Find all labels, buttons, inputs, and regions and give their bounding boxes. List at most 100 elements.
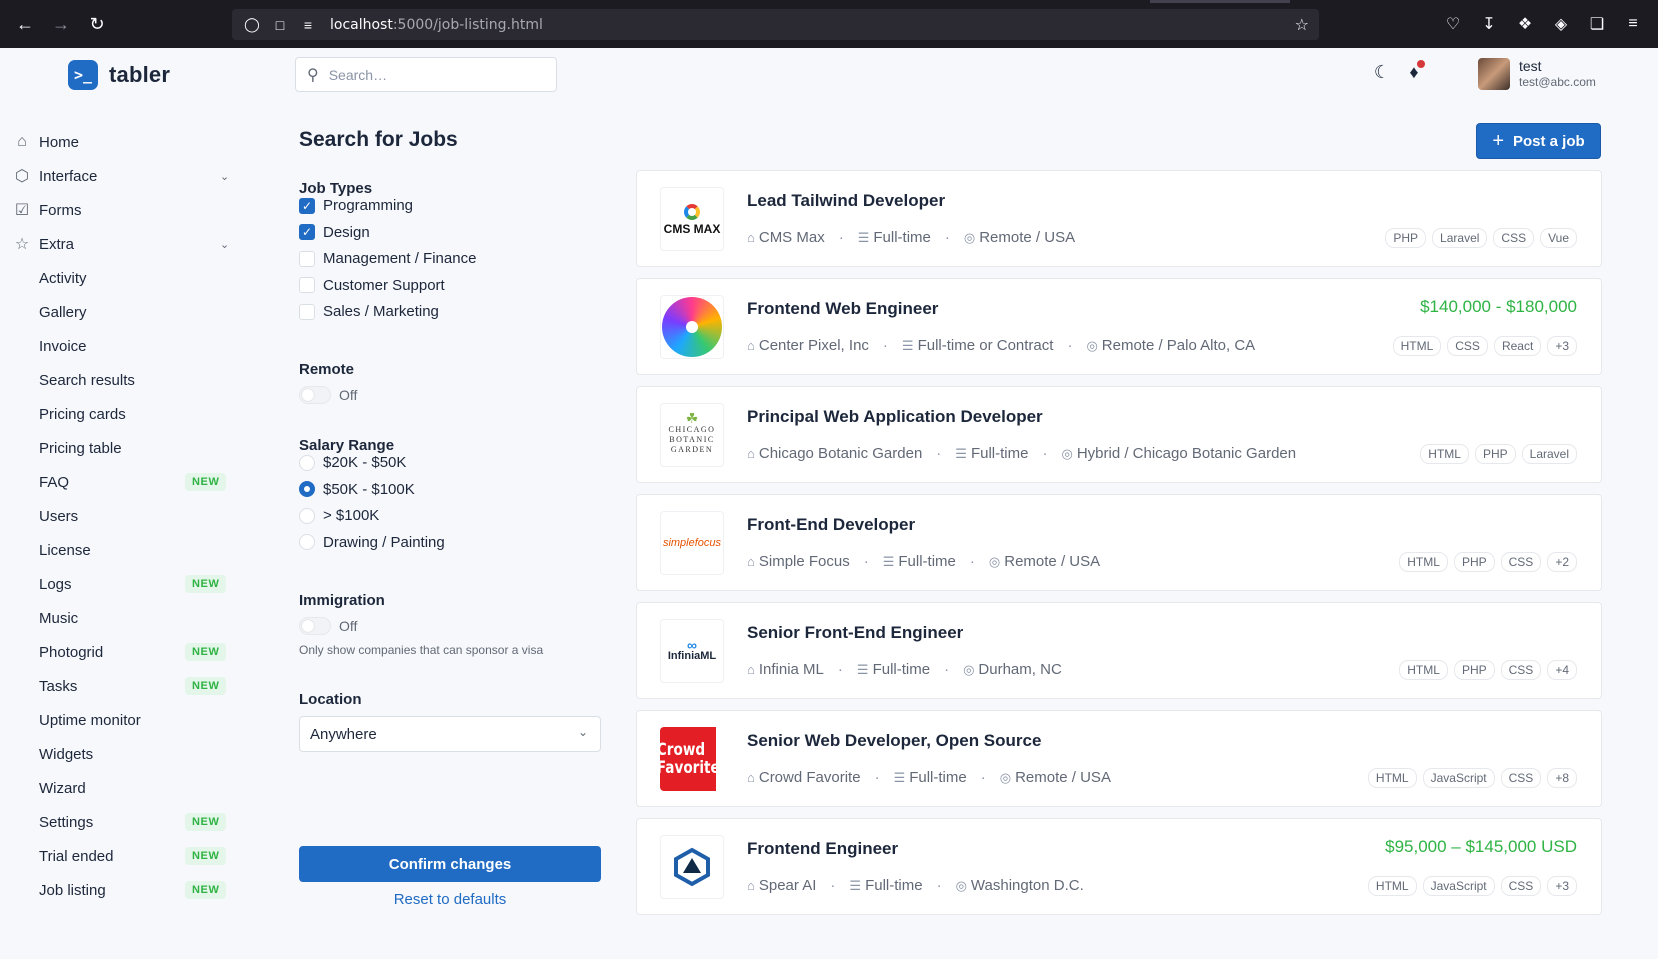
skill-tag[interactable]: HTML <box>1420 444 1469 464</box>
reset-defaults-link[interactable]: Reset to defaults <box>299 891 601 908</box>
skill-tag[interactable]: +2 <box>1547 552 1577 572</box>
shield-icon[interactable]: ◯ <box>244 16 260 33</box>
sidebar-item-pricing-table[interactable]: Pricing table <box>0 431 250 465</box>
salary-option[interactable]: > $100K <box>299 507 379 524</box>
address-bar[interactable]: ◯ □ ≡ localhost:5000/job-listing.html ☆ <box>232 9 1319 40</box>
sidebar-item-pricing-cards[interactable]: Pricing cards <box>0 397 250 431</box>
skill-tag[interactable]: Laravel <box>1432 228 1488 248</box>
job-type-option[interactable]: ✓ Design <box>299 224 370 241</box>
skill-tag[interactable]: JavaScript <box>1422 768 1495 788</box>
sidebar-item-extra[interactable]: ☆ Extra ⌄ <box>0 227 250 261</box>
job-title[interactable]: Front-End Developer <box>747 515 915 535</box>
post-job-button[interactable]: + Post a job <box>1476 123 1601 159</box>
sidebar-item-users[interactable]: Users <box>0 499 250 533</box>
skill-tag[interactable]: React <box>1493 336 1542 356</box>
sidebar-item-trial-ended[interactable]: Trial ended NEW <box>0 839 250 873</box>
job-type-option[interactable]: Customer Support <box>299 277 445 294</box>
job-card[interactable]: CMS MAX Lead Tailwind Developer ⌂ CMS Max · ☰… <box>636 170 1602 267</box>
url-text[interactable]: localhost:5000/job-listing.html <box>330 17 543 33</box>
skill-tag[interactable]: +4 <box>1547 660 1577 680</box>
sidebar-item-faq[interactable]: FAQ NEW <box>0 465 250 499</box>
job-card[interactable]: Crowd Favorite Senior Web Developer, Open … <box>636 710 1602 807</box>
skill-tag[interactable]: HTML <box>1367 876 1417 896</box>
skill-tag[interactable]: PHP <box>1474 444 1516 464</box>
job-card[interactable]: Frontend Engineer ⌂ Spear AI · ☰ Full-time · ◎ W… <box>636 818 1602 915</box>
salary-option[interactable]: $50K - $100K <box>299 481 415 498</box>
remote-toggle[interactable] <box>299 386 331 404</box>
sidebar-item-photogrid[interactable]: Photogrid NEW <box>0 635 250 669</box>
checkbox[interactable] <box>299 303 315 320</box>
skill-tag[interactable]: JavaScript <box>1422 876 1495 896</box>
sidebar-item-home[interactable]: ⌂ Home <box>0 125 250 159</box>
sidebar-item-activity[interactable]: Activity <box>0 261 250 295</box>
sidebar-item-wizard[interactable]: Wizard <box>0 771 250 805</box>
ublock-icon[interactable]: ◈ <box>1550 14 1572 34</box>
job-title[interactable]: Principal Web Application Developer <box>747 407 1043 427</box>
immigration-toggle-row[interactable]: Off <box>299 617 357 635</box>
skill-tag[interactable]: +8 <box>1547 768 1577 788</box>
pocket-icon[interactable]: ♡ <box>1442 14 1464 34</box>
radio[interactable] <box>299 507 315 524</box>
checkbox[interactable]: ✓ <box>299 224 315 240</box>
sidebar-item-uptime-monitor[interactable]: Uptime monitor <box>0 703 250 737</box>
skill-tag[interactable]: CSS <box>1447 336 1488 356</box>
skill-tag[interactable]: HTML <box>1367 768 1417 788</box>
bell-icon[interactable]: ♦ <box>1402 60 1426 83</box>
skill-tag[interactable]: CSS <box>1500 768 1542 788</box>
job-card[interactable]: simplefocus Front-End Developer ⌂ Simple Fo… <box>636 494 1602 591</box>
checkbox[interactable]: ✓ <box>299 197 315 214</box>
radio[interactable] <box>299 481 315 497</box>
job-card[interactable]: ∞ InfiniaML Senior Front-End Engineer ⌂ Infi… <box>636 602 1602 699</box>
job-title[interactable]: Senior Front-End Engineer <box>747 623 963 643</box>
skill-tag[interactable]: CSS <box>1500 876 1542 896</box>
reload-icon[interactable]: ↻ <box>86 13 108 35</box>
sidebar-item-job-listing[interactable]: Job listing NEW <box>0 873 250 907</box>
moon-icon[interactable]: ☾ <box>1370 62 1394 83</box>
bookmark-star-icon[interactable]: ☆ <box>1295 15 1309 35</box>
salary-option[interactable]: $20K - $50K <box>299 454 406 471</box>
sidebar-item-license[interactable]: License <box>0 533 250 567</box>
extensions-icon[interactable]: ❏ <box>1586 14 1608 34</box>
back-icon[interactable]: ← <box>14 13 36 35</box>
search-input[interactable] <box>328 66 529 83</box>
skill-tag[interactable]: Laravel <box>1521 444 1577 464</box>
skill-tag[interactable]: PHP <box>1453 552 1495 572</box>
sidebar-item-logs[interactable]: Logs NEW <box>0 567 250 601</box>
location-select[interactable]: Anywhere ⌄ <box>299 716 601 752</box>
immigration-toggle[interactable] <box>299 617 331 635</box>
confirm-changes-button[interactable]: Confirm changes <box>299 846 601 882</box>
sidebar-item-forms[interactable]: ☑ Forms <box>0 193 250 227</box>
skill-tag[interactable]: +3 <box>1547 876 1577 896</box>
menu-icon[interactable]: ≡ <box>1622 15 1644 33</box>
radio[interactable] <box>299 454 315 471</box>
skill-tag[interactable]: +3 <box>1547 336 1577 356</box>
checkbox[interactable] <box>299 277 315 293</box>
search-box[interactable]: ⚲ <box>295 57 557 92</box>
permissions-icon[interactable]: ≡ <box>300 17 316 33</box>
skill-tag[interactable]: Vue <box>1540 228 1577 248</box>
skill-tag[interactable]: CSS <box>1500 552 1542 572</box>
job-type-option[interactable]: Sales / Marketing <box>299 303 439 320</box>
sidebar-item-tasks[interactable]: Tasks NEW <box>0 669 250 703</box>
job-card[interactable]: Frontend Web Engineer ⌂ Center Pixel, Inc ·… <box>636 278 1602 375</box>
skill-tag[interactable]: HTML <box>1399 660 1448 680</box>
sidebar-item-interface[interactable]: ⬡ Interface ⌄ <box>0 159 250 193</box>
skill-tag[interactable]: PHP <box>1453 660 1495 680</box>
skill-tag[interactable]: PHP <box>1385 228 1427 248</box>
remote-toggle-row[interactable]: Off <box>299 386 357 404</box>
brand[interactable]: >_ tabler <box>68 60 170 90</box>
sidebar-item-gallery[interactable]: Gallery <box>0 295 250 329</box>
skill-tag[interactable]: HTML <box>1399 552 1448 572</box>
checkbox[interactable] <box>299 250 315 267</box>
skill-tag[interactable]: CSS <box>1493 228 1535 248</box>
job-title[interactable]: Senior Web Developer, Open Source <box>747 731 1041 751</box>
forward-icon[interactable]: → <box>50 13 72 35</box>
sidebar-item-widgets[interactable]: Widgets <box>0 737 250 771</box>
job-title[interactable]: Frontend Web Engineer <box>747 299 938 319</box>
job-title[interactable]: Lead Tailwind Developer <box>747 191 945 211</box>
job-title[interactable]: Frontend Engineer <box>747 839 898 859</box>
salary-option[interactable]: Drawing / Painting <box>299 534 445 551</box>
sidebar-item-settings[interactable]: Settings NEW <box>0 805 250 839</box>
sidebar-item-invoice[interactable]: Invoice <box>0 329 250 363</box>
sidebar-item-music[interactable]: Music <box>0 601 250 635</box>
